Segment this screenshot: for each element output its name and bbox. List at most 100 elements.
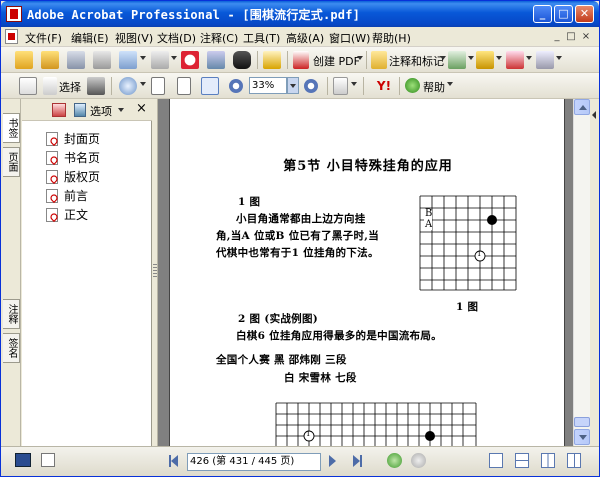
tab-pages[interactable]: 页面 (3, 147, 20, 177)
expand-panel-arrow-icon[interactable] (592, 111, 596, 119)
page-layout-dropdown-icon[interactable] (351, 82, 357, 86)
menu-tools[interactable]: 工具(T) (243, 30, 280, 46)
new-bookmark-icon[interactable] (74, 103, 86, 117)
comment-markup-button[interactable]: 注释和标记 (389, 53, 444, 69)
options-menu[interactable]: 选项 (90, 103, 112, 119)
minimize-button[interactable]: _ (533, 5, 552, 23)
last-page-icon[interactable] (353, 455, 360, 467)
scroll-up-button[interactable] (574, 99, 590, 115)
toolbar-separator (111, 77, 112, 95)
delete-bookmark-icon[interactable] (52, 103, 66, 117)
help-icon[interactable] (405, 78, 420, 93)
continuous-facing-icon[interactable] (567, 453, 581, 468)
bookmark-item[interactable]: 前言 (46, 186, 100, 205)
facing-icon[interactable] (541, 453, 555, 468)
tab-comments[interactable]: 注释 (3, 299, 20, 329)
create-pdf-icon[interactable] (293, 51, 309, 69)
doc-minimize-button[interactable]: _ (551, 31, 563, 43)
create-pdf-dropdown-icon[interactable] (357, 56, 363, 60)
menu-comments[interactable]: 注释(C) (200, 30, 238, 46)
comment-markup-icon[interactable] (371, 51, 387, 69)
page-display-icon[interactable] (41, 453, 55, 467)
maximize-button[interactable]: □ (554, 5, 573, 23)
security-dropdown-icon[interactable] (496, 56, 502, 60)
digital-edition-icon[interactable] (263, 51, 281, 69)
panel-close-button[interactable]: × (136, 101, 147, 116)
page-number-field[interactable]: 426 (第 431 / 445 页) (187, 453, 321, 471)
menu-help[interactable]: 帮助(H) (372, 30, 411, 46)
title-bar[interactable]: Adobe Acrobat Professional - [围棋流行定式.pdf… (1, 1, 599, 27)
menu-edit[interactable]: 编辑(E) (71, 30, 109, 46)
continuous-icon[interactable] (515, 453, 529, 468)
forms-dropdown-icon[interactable] (556, 56, 562, 60)
help-dropdown-icon[interactable] (447, 82, 453, 86)
go-forward-icon[interactable] (411, 453, 426, 468)
forms-icon[interactable] (536, 51, 554, 69)
close-button[interactable]: ✕ (575, 5, 594, 23)
attach-icon[interactable] (151, 51, 169, 69)
select-tool-button[interactable]: 选择 (59, 79, 81, 95)
page-layout-icon[interactable] (333, 77, 348, 95)
vertical-scrollbar[interactable] (573, 99, 590, 446)
scroll-down-button[interactable] (574, 429, 590, 445)
print-icon[interactable] (93, 51, 111, 69)
bookmark-page-icon (46, 207, 58, 222)
help-button[interactable]: 帮助 (423, 79, 445, 95)
next-page-icon[interactable] (329, 455, 336, 467)
secure-email-icon[interactable] (207, 51, 225, 69)
sign-dropdown-icon[interactable] (526, 56, 532, 60)
fit-width-icon[interactable] (201, 77, 219, 95)
review-icon[interactable] (448, 51, 466, 69)
bookmark-item[interactable]: 正文 (46, 205, 100, 224)
zoom-out-icon[interactable] (229, 79, 243, 93)
page-heading: 第5节 小目特殊挂角的应用 (283, 159, 453, 174)
attach-dropdown-icon[interactable] (171, 56, 177, 60)
menu-window[interactable]: 窗口(W) (329, 30, 370, 46)
menu-document[interactable]: 文档(D) (157, 30, 196, 46)
organizer-icon[interactable] (41, 51, 59, 69)
find-binoculars-icon[interactable] (233, 51, 251, 69)
email-dropdown-icon[interactable] (140, 56, 146, 60)
toolbar-separator (327, 77, 328, 95)
scroll-down-arrow-icon (579, 435, 587, 440)
bookmark-item[interactable]: 封面页 (46, 129, 100, 148)
stamp-icon[interactable] (181, 51, 199, 69)
menu-advanced[interactable]: 高级(A) (286, 30, 324, 46)
zoom-level-field[interactable]: 33% (249, 77, 287, 94)
fit-page-icon[interactable] (177, 77, 191, 95)
bookmark-item[interactable]: 书名页 (46, 148, 100, 167)
hand-tool-icon[interactable] (19, 77, 37, 95)
splitter-grip[interactable] (153, 264, 157, 278)
zoom-tool-dropdown-icon[interactable] (140, 82, 146, 86)
zoom-in-magnifier-icon[interactable] (119, 77, 137, 95)
sign-pen-icon[interactable] (506, 51, 524, 69)
doc-close-button[interactable]: × (580, 31, 592, 43)
menu-file[interactable]: 文件(F) (25, 30, 62, 46)
menu-view[interactable]: 视图(V) (115, 30, 153, 46)
comment-dropdown-icon[interactable] (440, 56, 446, 60)
go-back-icon[interactable] (387, 453, 402, 468)
create-pdf-button[interactable]: 创建 PDF (313, 53, 360, 69)
actual-size-icon[interactable] (151, 77, 165, 95)
doc-restore-button[interactable]: □ (565, 31, 577, 43)
zoom-in-icon[interactable] (304, 79, 318, 93)
review-dropdown-icon[interactable] (468, 56, 474, 60)
snapshot-camera-icon[interactable] (87, 77, 105, 95)
open-folder-icon[interactable] (15, 51, 33, 69)
security-lock-icon[interactable] (476, 51, 494, 69)
bookmark-item[interactable]: 版权页 (46, 167, 100, 186)
options-dropdown-icon[interactable] (118, 108, 124, 112)
email-icon[interactable] (119, 51, 137, 69)
zoom-level-dropdown-icon[interactable] (287, 77, 299, 94)
document-view[interactable]: 第5节 小目特殊挂角的应用 1 图 小目角通常都由上边方向挂 角,当A 位或B … (158, 99, 573, 446)
document-icon[interactable] (5, 29, 18, 44)
first-page-icon[interactable] (171, 455, 178, 467)
yahoo-icon[interactable]: Y! (375, 77, 393, 95)
screen-mode-icon[interactable] (15, 453, 31, 467)
tab-bookmarks[interactable]: 书签 (3, 113, 20, 143)
select-tool-icon[interactable] (43, 77, 57, 95)
save-icon[interactable] (67, 51, 85, 69)
scroll-thumb[interactable] (574, 417, 590, 427)
tab-signatures[interactable]: 签名 (3, 333, 20, 363)
single-page-icon[interactable] (489, 453, 503, 468)
